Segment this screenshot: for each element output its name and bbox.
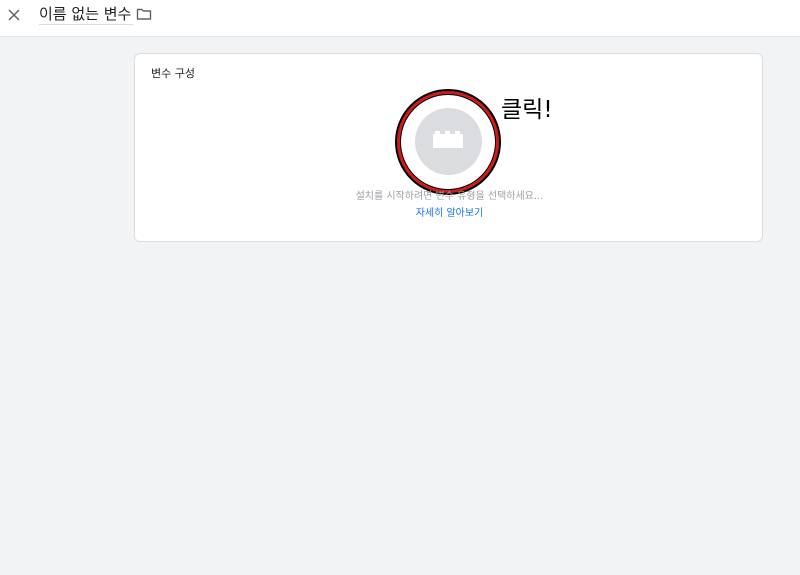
puzzle-brick-icon	[433, 131, 463, 148]
folder-button[interactable]	[136, 6, 152, 22]
variable-configuration-card: 변수 구성 클릭! 설치를 시작하려면 변수 유형을 선택하세요... 자세히 …	[134, 53, 763, 242]
close-icon	[8, 9, 20, 21]
close-button[interactable]	[4, 5, 24, 25]
variable-name-title[interactable]: 이름 없는 변수	[39, 4, 134, 25]
learn-more-link[interactable]: 자세히 알아보기	[135, 204, 764, 219]
variable-type-select-button[interactable]	[415, 108, 482, 175]
folder-icon	[136, 8, 152, 20]
click-annotation: 클릭!	[501, 97, 553, 123]
top-bar: 이름 없는 변수	[0, 0, 800, 37]
choose-type-hint: 설치를 시작하려면 변수 유형을 선택하세요...	[355, 191, 544, 202]
card-title: 변수 구성	[151, 67, 195, 80]
